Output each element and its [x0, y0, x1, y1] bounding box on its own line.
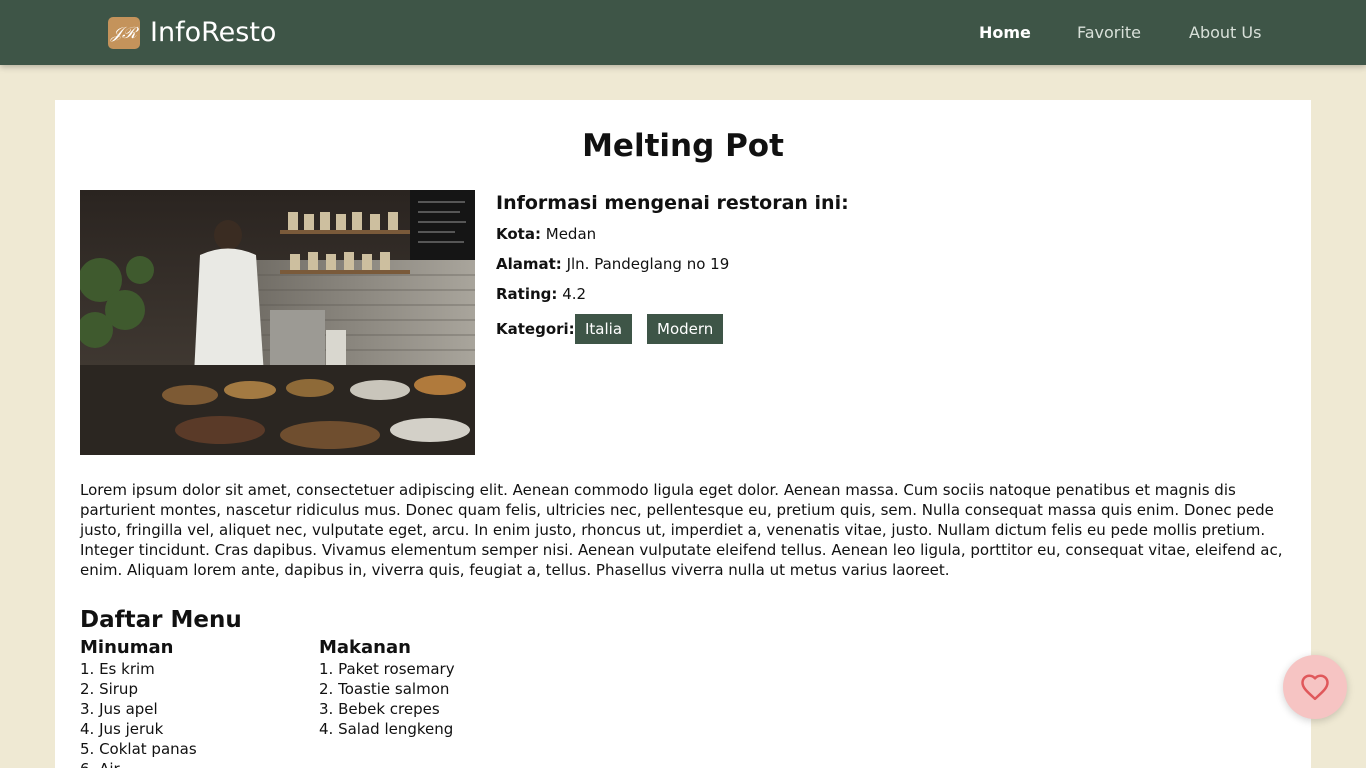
- category-tag: Modern: [647, 314, 724, 344]
- list-item: 3. Jus apel: [80, 700, 158, 718]
- address-value: Jln. Pandeglang no 19: [566, 255, 730, 273]
- restaurant-description: Lorem ipsum dolor sit amet, consectetuer…: [80, 481, 1283, 579]
- list-item: 4. Jus jeruk: [80, 720, 164, 738]
- city-value: Medan: [545, 225, 597, 243]
- drinks-list: 1. Es krim 2. Sirup 3. Jus apel 4. Jus j…: [80, 659, 300, 768]
- list-item: 6. Air: [80, 759, 300, 768]
- heart-outline-icon: [1301, 674, 1329, 701]
- list-item: 2. Toastie salmon: [319, 680, 450, 698]
- city-row: Kota: Medan: [496, 224, 596, 244]
- favorite-button[interactable]: [1283, 655, 1347, 719]
- category-tag: Italia: [575, 314, 633, 344]
- rating-row: Rating: 4.2: [496, 284, 586, 304]
- foods-heading: Makanan: [319, 637, 411, 658]
- category-label: Kategori:: [496, 320, 575, 338]
- city-label: Kota:: [496, 225, 541, 243]
- menu-title: Daftar Menu: [80, 607, 242, 633]
- brand-name[interactable]: InfoResto: [150, 15, 276, 51]
- list-item: 2. Sirup: [80, 680, 138, 698]
- navbar: 𝒥ℛ InfoResto Home Favorite About Us: [0, 0, 1366, 65]
- rating-label: Rating:: [496, 285, 558, 303]
- restaurant-title: Melting Pot: [582, 128, 784, 164]
- address-row: Alamat: Jln. Pandeglang no 19: [496, 254, 729, 274]
- list-item: 1. Es krim: [80, 660, 155, 678]
- nav-home-link[interactable]: Home: [979, 22, 1031, 44]
- info-heading: Informasi mengenai restoran ini:: [496, 192, 849, 214]
- category-row: Kategori:: [496, 319, 575, 339]
- foods-menu: Makanan 1. Paket rosemary 2. Toastie sal…: [319, 637, 579, 739]
- drinks-heading: Minuman: [80, 637, 174, 658]
- nav-about-link[interactable]: About Us: [1189, 22, 1261, 44]
- nav-favorite-link[interactable]: Favorite: [1077, 22, 1141, 44]
- rating-value: 4.2: [562, 285, 587, 303]
- list-item: 1. Paket rosemary: [319, 660, 455, 678]
- brand-logo-icon[interactable]: 𝒥ℛ: [108, 17, 140, 49]
- list-item: 5. Coklat panas: [80, 740, 197, 758]
- list-item: 4. Salad lengkeng: [319, 720, 454, 738]
- address-label: Alamat:: [496, 255, 562, 273]
- drinks-menu: Minuman 1. Es krim 2. Sirup 3. Jus apel …: [80, 637, 300, 768]
- list-item: 3. Bebek crepes: [319, 700, 440, 718]
- restaurant-photo: [80, 190, 475, 455]
- foods-list: 1. Paket rosemary 2. Toastie salmon 3. B…: [319, 659, 579, 739]
